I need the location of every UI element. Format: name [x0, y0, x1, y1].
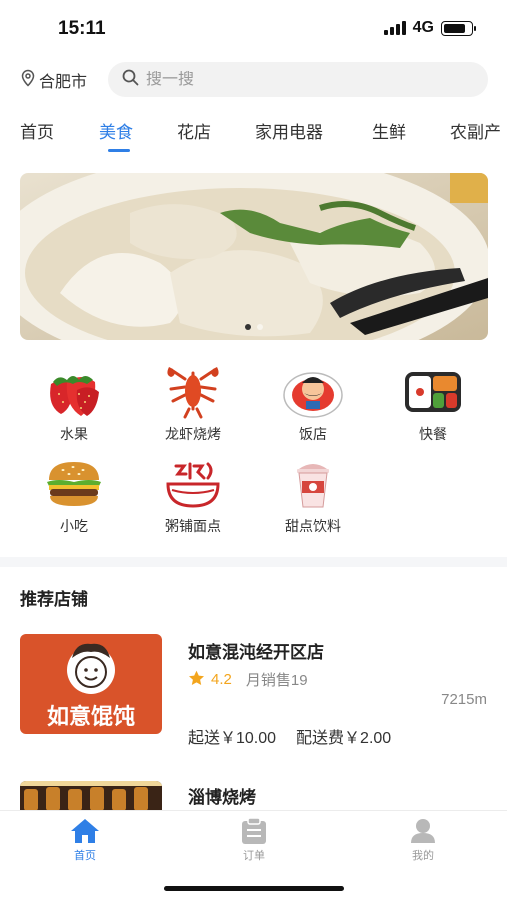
search-input[interactable]: [146, 70, 446, 89]
store-min-order: 起送￥10.00: [188, 730, 277, 747]
tab-food[interactable]: 美食: [99, 118, 133, 143]
category-label: 水果: [60, 426, 88, 442]
category-restaurant[interactable]: 饭店: [258, 364, 368, 444]
active-tab-indicator: [108, 149, 130, 152]
bento-box-icon: [402, 364, 464, 420]
signal-icon: [383, 21, 406, 35]
header: 合肥市: [0, 60, 507, 100]
search-icon: [122, 69, 139, 91]
tab-appliances[interactable]: 家用电器: [255, 118, 323, 143]
store-name: 淄博烧烤: [188, 788, 256, 807]
city-name: 合肥市: [39, 74, 88, 91]
chef-plate-icon: [282, 364, 344, 420]
nav-label: 订单: [243, 850, 265, 862]
location-pin-icon: [20, 69, 36, 92]
nav-orders[interactable]: 订单: [209, 817, 299, 863]
nav-label: 首页: [74, 850, 96, 862]
carousel-dot-active[interactable]: [245, 324, 251, 330]
store-logo-text: 如意馄饨: [47, 704, 135, 730]
nav-label: 我的: [412, 850, 434, 862]
category-snacks[interactable]: 小吃: [19, 456, 129, 536]
carousel-dots: [20, 324, 488, 330]
category-label: 龙虾烧烤: [165, 426, 221, 442]
section-divider: [0, 557, 507, 567]
store-distance: 7215m: [441, 691, 487, 708]
category-label: 粥铺面点: [165, 518, 221, 534]
store-monthly-sales: 月销售19: [245, 672, 308, 689]
category-label: 小吃: [60, 518, 88, 534]
status-time: 15:11: [58, 18, 106, 39]
section-title: 推荐店铺: [20, 590, 88, 609]
milk-tea-icon: [282, 456, 344, 512]
category-desserts-drinks[interactable]: 甜点饮料: [258, 456, 368, 536]
star-icon: [188, 670, 205, 690]
status-icons: 4G: [383, 19, 476, 37]
store-rating-row: 4.2 月销售19: [188, 669, 308, 690]
status-bar: 15:11 4G: [0, 0, 507, 56]
category-label: 甜点饮料: [285, 518, 341, 534]
store-card[interactable]: 如意馄饨 如意混沌经开区店 4.2 月销售19 7215m 起送￥10.00 配送…: [0, 634, 507, 754]
home-icon: [40, 817, 130, 845]
strawberry-icon: [43, 364, 105, 420]
nav-home[interactable]: 首页: [40, 817, 130, 863]
user-icon: [378, 817, 468, 845]
store-logo: 如意馄饨: [20, 634, 162, 734]
tab-home[interactable]: 首页: [20, 118, 54, 143]
category-tabs: 首页 美食 花店 家用电器 生鲜 农副产: [0, 116, 507, 156]
clipboard-icon: [209, 817, 299, 845]
store-fees: 起送￥10.00 配送费￥2.00: [188, 724, 391, 748]
category-label: 饭店: [299, 426, 327, 442]
category-fruit[interactable]: 水果: [19, 364, 129, 444]
porridge-bowl-icon: [162, 456, 224, 512]
store-card[interactable]: 淄博烧烤: [0, 781, 507, 811]
search-bar[interactable]: [108, 62, 488, 97]
store-name: 如意混沌经开区店: [188, 643, 324, 662]
category-label: 快餐: [419, 426, 447, 442]
tab-florist[interactable]: 花店: [177, 118, 211, 143]
banner-carousel[interactable]: [20, 173, 488, 340]
city-selector[interactable]: 合肥市: [20, 68, 87, 92]
category-porridge-noodles[interactable]: 粥铺面点: [138, 456, 248, 536]
bbq-photo: [20, 781, 162, 811]
burger-icon: [43, 456, 105, 512]
category-fast-food[interactable]: 快餐: [378, 364, 488, 444]
dumpling-soup-photo: [20, 173, 488, 340]
network-type: 4G: [412, 19, 434, 36]
tab-farm-products[interactable]: 农副产: [450, 118, 501, 143]
store-rating: 4.2: [211, 671, 232, 688]
store-delivery-fee: 配送费￥2.00: [296, 730, 392, 747]
lobster-icon: [162, 364, 224, 420]
home-indicator: [164, 886, 344, 891]
tab-fresh[interactable]: 生鲜: [372, 118, 406, 143]
nav-profile[interactable]: 我的: [378, 817, 468, 863]
category-lobster-bbq[interactable]: 龙虾烧烤: [138, 364, 248, 444]
battery-icon: [441, 20, 476, 36]
carousel-dot[interactable]: [257, 324, 263, 330]
